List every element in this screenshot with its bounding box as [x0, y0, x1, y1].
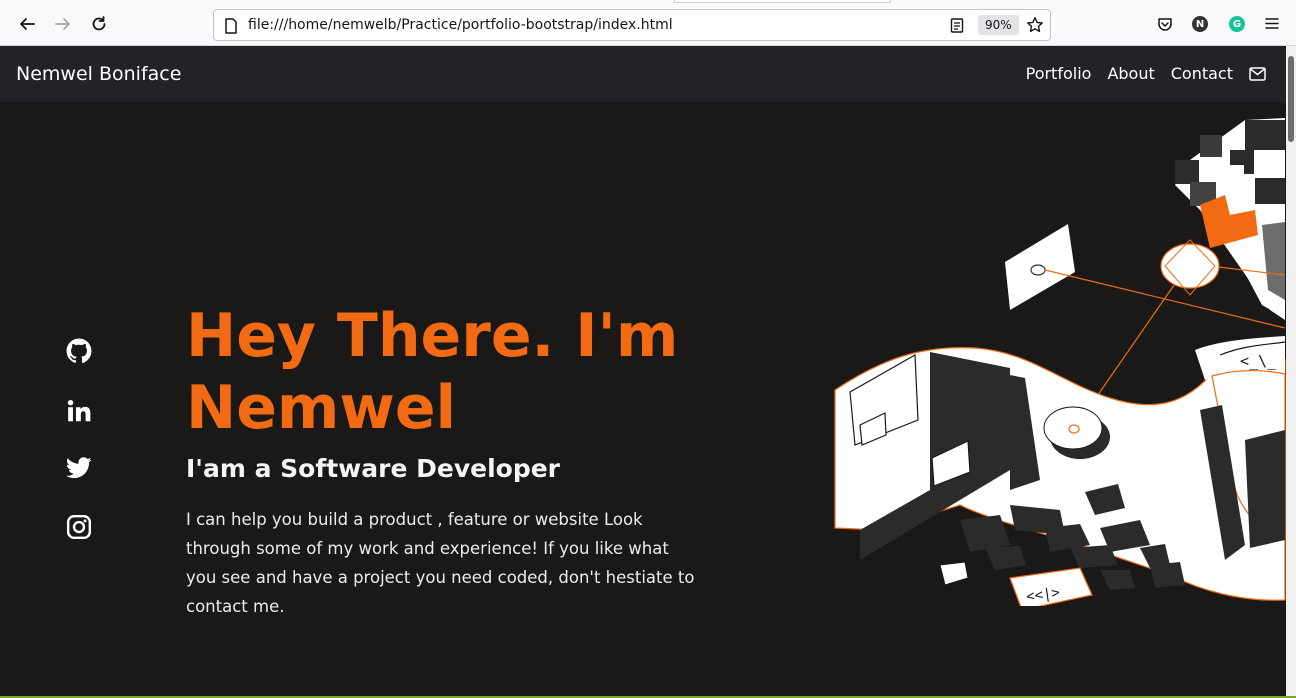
pocket-icon[interactable] — [1156, 16, 1174, 32]
page-scrollbar[interactable] — [1286, 46, 1296, 698]
hero-description: I can help you build a product , feature… — [186, 510, 695, 616]
nav-link-about[interactable]: About — [1107, 64, 1154, 83]
site-navbar: Nemwel Boniface Portfolio About Contact — [0, 46, 1286, 102]
linkedin-link[interactable] — [64, 396, 94, 426]
back-button[interactable] — [14, 11, 40, 37]
linkedin-icon — [67, 399, 91, 422]
twitter-icon — [66, 457, 92, 479]
envelope-icon — [1249, 66, 1266, 81]
tab-strip-edge — [675, 0, 890, 2]
github-link[interactable] — [64, 336, 94, 366]
nav-link-portfolio[interactable]: Portfolio — [1026, 64, 1092, 83]
url-text[interactable]: file:///home/nemwelb/Practice/portfolio-… — [248, 17, 673, 33]
instagram-link[interactable] — [64, 512, 94, 542]
address-bar[interactable]: file:///home/nemwelb/Practice/portfolio-… — [213, 9, 1051, 41]
menu-button[interactable] — [1265, 17, 1279, 30]
bookmark-star-icon[interactable] — [1026, 16, 1044, 34]
nav-links: Portfolio About Contact — [1026, 64, 1266, 83]
forward-button[interactable] — [50, 11, 76, 37]
extension-initial: G — [1229, 16, 1245, 32]
instagram-icon — [66, 514, 92, 540]
twitter-link[interactable] — [64, 453, 94, 483]
arrow-left-icon — [20, 18, 35, 30]
mail-link[interactable] — [1249, 66, 1266, 81]
zoom-level-badge[interactable]: 90% — [978, 15, 1019, 35]
hero-title: Hey There. I'm Nemwel — [186, 301, 679, 443]
profile-avatar[interactable]: N — [1192, 16, 1208, 32]
browser-toolbar: file:///home/nemwelb/Practice/portfolio-… — [0, 0, 1296, 46]
arrow-right-icon — [55, 18, 70, 30]
hero-illustration: <_\_ <<|> — [834, 118, 1286, 606]
illustration-code-tag-top: <_\_ — [1240, 352, 1277, 370]
hero-subtitle: I'am a Software Developer — [186, 454, 560, 483]
reader-view-icon[interactable] — [950, 18, 964, 33]
hero-section: Hey There. I'm Nemwel I'am a Software De… — [0, 102, 1286, 698]
profile-initial: N — [1192, 16, 1208, 32]
reload-icon — [92, 16, 106, 31]
grammarly-extension-icon[interactable]: G — [1229, 16, 1245, 32]
brand-name[interactable]: Nemwel Boniface — [16, 63, 181, 85]
hamburger-icon — [1265, 18, 1279, 29]
scrollbar-thumb[interactable] — [1288, 56, 1294, 142]
github-icon — [66, 338, 92, 364]
page-icon — [225, 18, 237, 34]
reload-button[interactable] — [86, 11, 112, 37]
nav-link-contact[interactable]: Contact — [1171, 64, 1233, 83]
